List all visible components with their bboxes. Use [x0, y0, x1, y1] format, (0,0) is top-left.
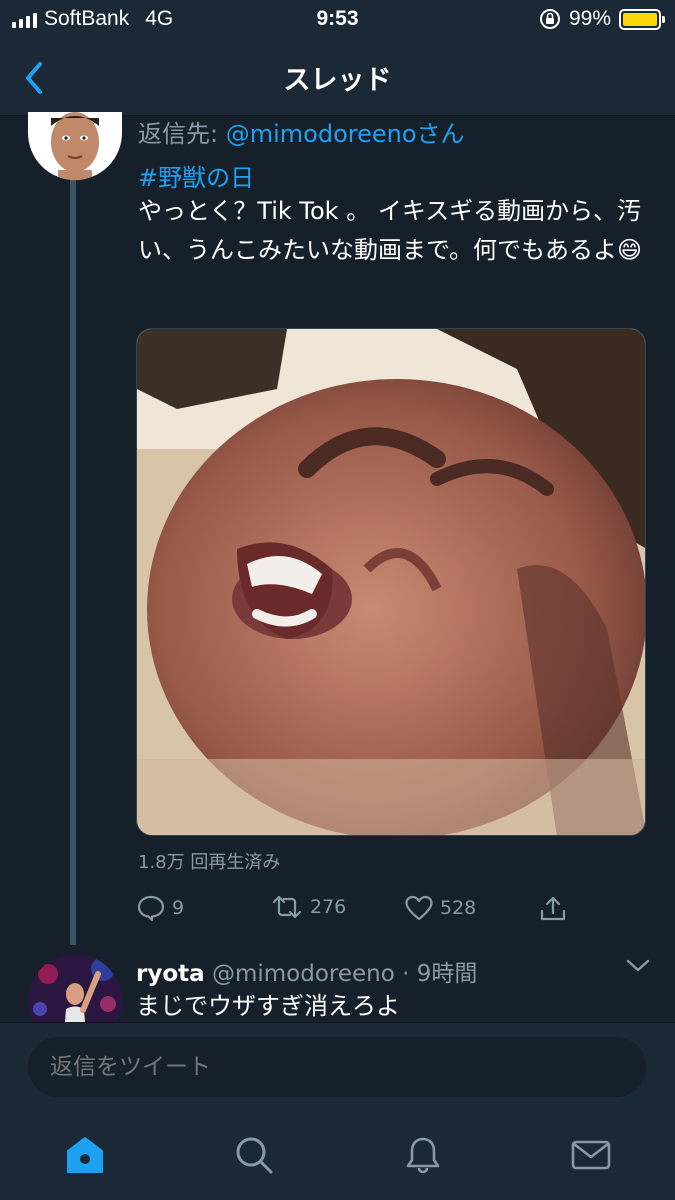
reply-to-prefix: 返信先: [138, 120, 226, 148]
reply-text: まじでウザすぎ消えろよ [136, 992, 400, 1020]
orientation-lock-icon [539, 9, 560, 29]
retweet-button[interactable]: 276 [270, 894, 346, 920]
reply-to-line: 返信先: @mimodoreenoさん [138, 114, 465, 149]
reply-author-name[interactable]: ryota [136, 961, 205, 987]
reply-meta: @mimodoreeno · 9時間 [211, 961, 478, 987]
nav-bar: スレッド [0, 40, 675, 116]
avatar[interactable] [28, 112, 122, 180]
reply-count: 9 [172, 897, 185, 919]
like-count: 528 [440, 897, 477, 919]
chevron-down-icon[interactable] [625, 958, 651, 974]
share-button[interactable] [538, 894, 568, 924]
retweet-icon [272, 895, 302, 919]
reply-tweet[interactable]: ryota @mimodoreeno · 9時間 まじでウザすぎ消えろよ [0, 948, 675, 1022]
retweet-count: 276 [310, 896, 347, 918]
tab-notifications[interactable] [398, 1130, 448, 1180]
status-bar: SoftBank 4G 9:53 99% [0, 0, 675, 40]
bell-icon [406, 1137, 440, 1174]
reply-icon [137, 895, 165, 922]
heart-icon [405, 895, 433, 921]
tab-messages[interactable] [566, 1130, 616, 1180]
mail-icon [571, 1140, 611, 1170]
tab-home[interactable] [60, 1130, 110, 1180]
search-icon [236, 1137, 273, 1174]
view-count: 1.8万 回再生済み [138, 852, 281, 873]
like-button[interactable]: 528 [404, 894, 476, 922]
page-title: スレッド [283, 65, 392, 96]
tweet-video[interactable] [136, 328, 646, 836]
reply-header: ryota @mimodoreeno · 9時間 [136, 954, 477, 988]
tab-bar [0, 1110, 675, 1200]
tweet-actions: 9 276 528 [136, 894, 576, 930]
battery-icon [619, 8, 665, 30]
thread-line [70, 180, 76, 945]
reply-avatar[interactable] [28, 954, 122, 1022]
home-icon [67, 1137, 103, 1173]
tab-search[interactable] [229, 1130, 279, 1180]
share-icon [540, 896, 566, 921]
hashtag-link[interactable]: #野獣の日 [138, 158, 254, 193]
battery-percent: 99% [568, 7, 611, 30]
reply-composer [0, 1022, 675, 1110]
tweet-text: やっとく？Tik Tok 。 イキスギる動画から、汚い、うんこみたいな動画まで。… [138, 197, 643, 264]
reply-input[interactable] [28, 1037, 646, 1097]
reply-to-handle[interactable]: @mimodoreenoさん [226, 120, 465, 148]
reply-button[interactable]: 9 [136, 894, 184, 922]
